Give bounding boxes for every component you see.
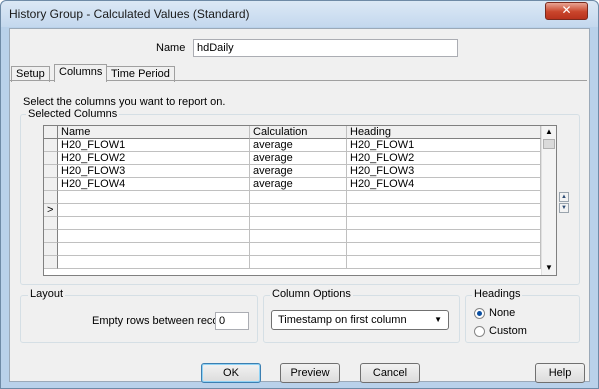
row-selector-header bbox=[44, 126, 58, 139]
tab-columns[interactable]: Columns bbox=[54, 64, 108, 82]
window-title: History Group - Calculated Values (Stand… bbox=[9, 7, 250, 21]
cell-heading[interactable]: H20_FLOW4 bbox=[347, 178, 541, 191]
empty-rows-input[interactable]: 0 bbox=[215, 312, 249, 330]
cell-heading[interactable]: H20_FLOW3 bbox=[347, 165, 541, 178]
cell-name[interactable]: H20_FLOW2 bbox=[58, 152, 250, 165]
headings-none-label: None bbox=[489, 307, 516, 319]
name-input[interactable]: hdDaily bbox=[193, 39, 458, 57]
headings-custom-radio[interactable] bbox=[474, 326, 485, 337]
preview-button[interactable]: Preview bbox=[280, 363, 340, 383]
close-button[interactable]: ✕ bbox=[545, 2, 588, 20]
cell-heading[interactable]: H20_FLOW2 bbox=[347, 152, 541, 165]
cell-name[interactable]: H20_FLOW1 bbox=[58, 139, 250, 152]
cancel-button[interactable]: Cancel bbox=[360, 363, 420, 383]
headings-custom-label: Custom bbox=[489, 325, 527, 337]
cell-heading[interactable]: H20_FLOW1 bbox=[347, 139, 541, 152]
title-bar[interactable]: History Group - Calculated Values (Stand… bbox=[1, 1, 598, 27]
cell-calculation[interactable]: average bbox=[250, 152, 347, 165]
cell-name[interactable]: H20_FLOW4 bbox=[58, 178, 250, 191]
dialog-window: History Group - Calculated Values (Stand… bbox=[0, 0, 599, 389]
headings-label: Headings bbox=[472, 288, 523, 300]
headings-none-radio[interactable] bbox=[474, 308, 485, 319]
column-header-calculation[interactable]: Calculation bbox=[250, 126, 347, 139]
column-header-name[interactable]: Name bbox=[58, 126, 250, 139]
row-selector[interactable] bbox=[44, 152, 58, 165]
scroll-down-icon[interactable]: ▼ bbox=[545, 263, 553, 272]
column-header-heading[interactable]: Heading bbox=[347, 126, 541, 139]
selected-columns-label: Selected Columns bbox=[26, 108, 120, 120]
move-down-icon[interactable]: ▼ bbox=[559, 203, 569, 213]
instructions-text: Select the columns you want to report on… bbox=[23, 96, 226, 108]
ok-button[interactable]: OK bbox=[201, 363, 261, 383]
close-icon: ✕ bbox=[561, 3, 572, 17]
empty-rows-label: Empty rows between records bbox=[92, 315, 234, 327]
help-button[interactable]: Help bbox=[535, 363, 585, 383]
column-options-value: Timestamp on first column bbox=[278, 314, 407, 326]
cell-calculation[interactable]: average bbox=[250, 165, 347, 178]
column-options-select[interactable]: Timestamp on first column ▼ bbox=[271, 310, 449, 330]
dialog-client-area: Name hdDaily Setup Columns Time Period S… bbox=[9, 28, 590, 383]
chevron-down-icon: ▼ bbox=[434, 315, 442, 324]
move-up-icon[interactable]: ▲ bbox=[559, 192, 569, 202]
row-selector[interactable] bbox=[44, 165, 58, 178]
row-selector[interactable] bbox=[44, 178, 58, 191]
cell-calculation[interactable]: average bbox=[250, 139, 347, 152]
scroll-thumb[interactable] bbox=[543, 139, 555, 149]
row-selector[interactable] bbox=[44, 139, 58, 152]
cell-calculation[interactable]: average bbox=[250, 178, 347, 191]
column-options-label: Column Options bbox=[270, 288, 353, 300]
name-label: Name bbox=[156, 42, 186, 54]
current-row-marker: > bbox=[44, 204, 58, 217]
scroll-up-icon[interactable]: ▲ bbox=[545, 127, 553, 136]
grid-scrollbar[interactable]: ▲ ▼ bbox=[541, 126, 556, 275]
selected-columns-grid: Name Calculation Heading H20_FLOW1 avera… bbox=[43, 125, 557, 276]
cell-name[interactable]: H20_FLOW3 bbox=[58, 165, 250, 178]
layout-label: Layout bbox=[28, 288, 66, 300]
